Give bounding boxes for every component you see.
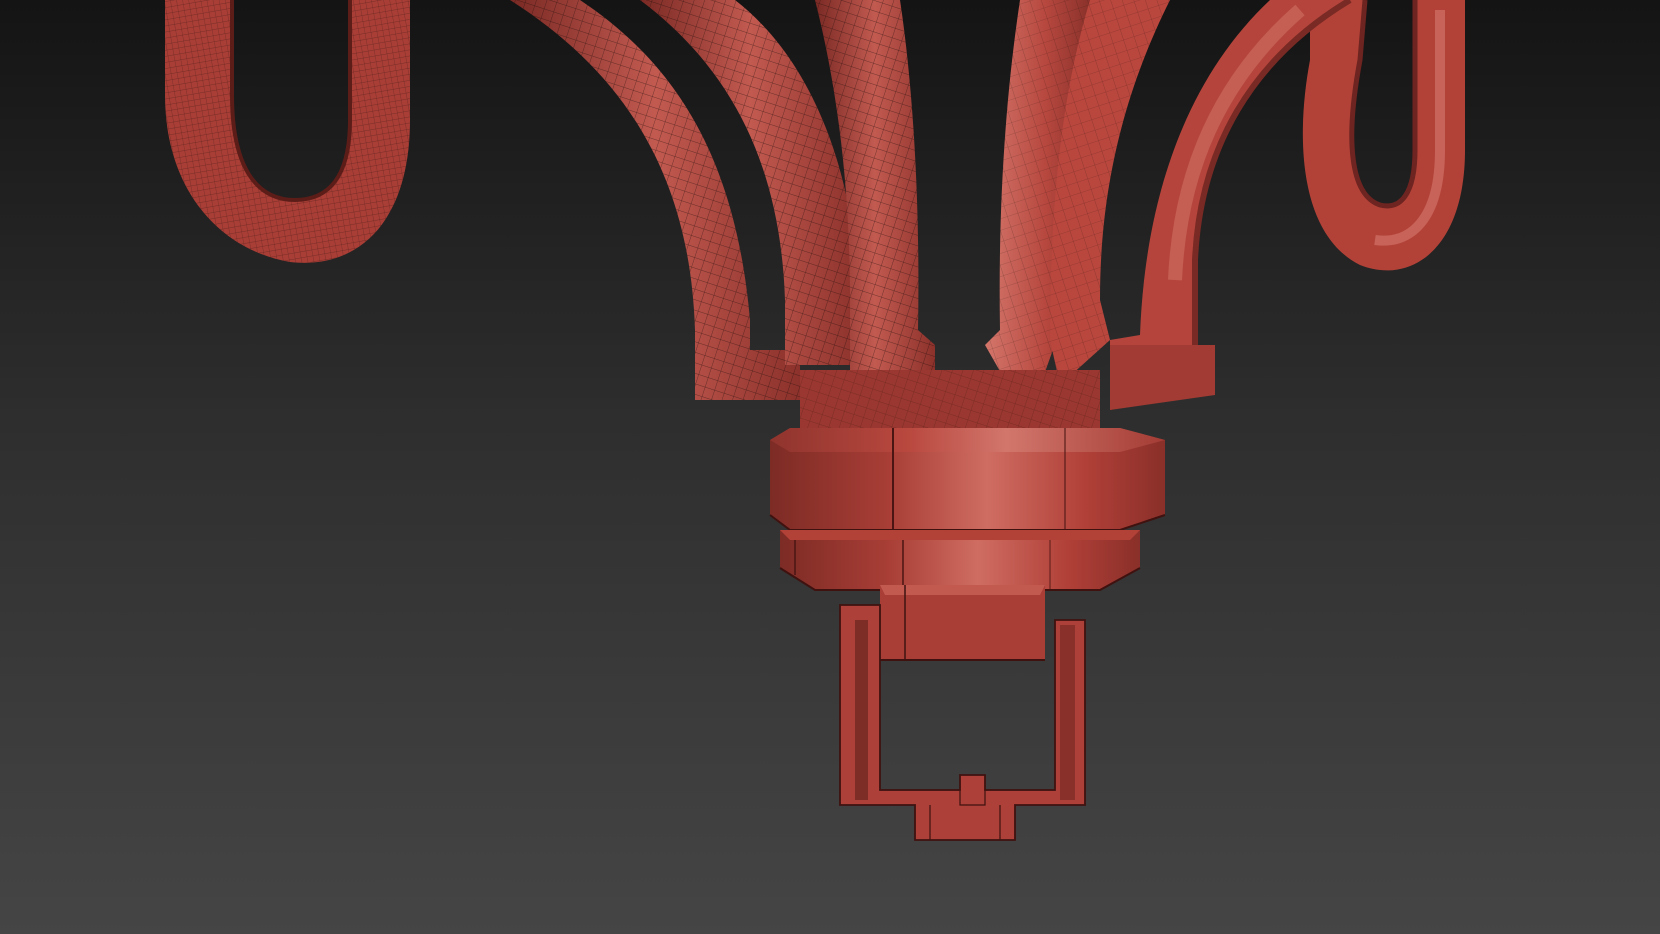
- pendant-connector[interactable]: [880, 585, 1045, 661]
- viewport-canvas[interactable]: [0, 0, 1660, 934]
- 3d-viewport[interactable]: [0, 0, 1660, 934]
- arm-junction: [800, 370, 1100, 430]
- hub-upper-ring[interactable]: [769, 428, 1166, 531]
- hub-lower-ring[interactable]: [779, 530, 1141, 591]
